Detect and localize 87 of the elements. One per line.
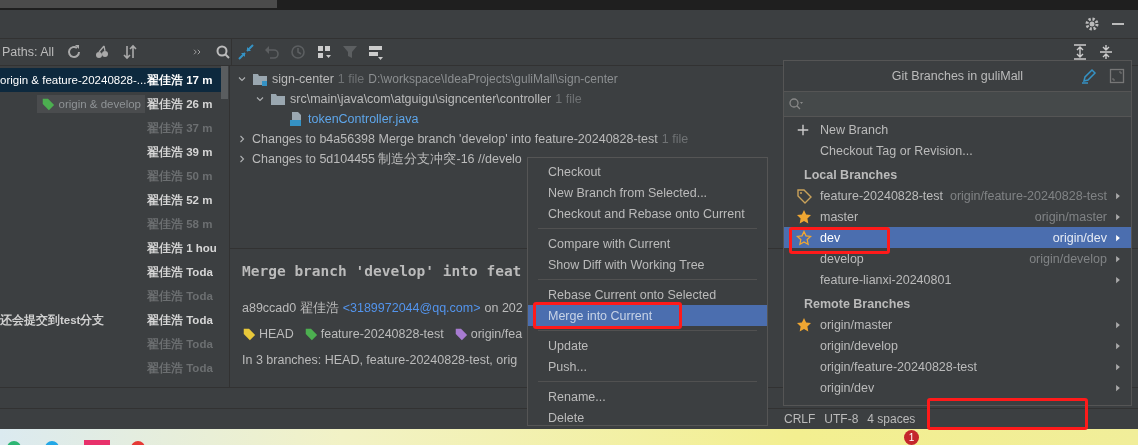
email-link[interactable]: <3189972044@qq.com> xyxy=(342,301,481,315)
author-time: 翟佳浩 39 m xyxy=(147,144,214,160)
commit-row[interactable]: origin & develop 翟佳浩 26 m xyxy=(0,92,221,116)
branch-item[interactable]: origin/master xyxy=(784,314,1131,335)
folder-name[interactable]: sign-center xyxy=(272,72,334,86)
containing-branches: In 3 branches: HEAD, feature-20240828-test, orig xyxy=(242,353,518,367)
search-icon[interactable] xyxy=(215,44,231,60)
scrollbar[interactable] xyxy=(221,66,228,99)
author-time: 翟佳浩 52 m xyxy=(147,192,214,208)
popup-action[interactable]: Checkout Tag or Revision... xyxy=(820,143,973,158)
ref-label: feature-20240828-test xyxy=(320,327,444,341)
pen-icon[interactable] xyxy=(1081,68,1097,84)
collapse-arrows-icon[interactable] xyxy=(238,44,254,60)
branch-item[interactable]: origin/develop xyxy=(784,335,1131,356)
branch-item[interactable]: dev origin/dev xyxy=(784,227,1131,248)
branch-item[interactable]: origin/dev xyxy=(784,377,1131,398)
refresh-icon[interactable] xyxy=(66,44,83,60)
settings-icon[interactable] xyxy=(1084,16,1100,32)
menu-item[interactable]: Compare with Current xyxy=(528,233,767,254)
expand-all-icon[interactable] xyxy=(1072,44,1088,60)
author-time: 翟佳浩 26 m xyxy=(147,96,214,112)
search-icon xyxy=(788,96,804,112)
menu-item[interactable]: Rename... xyxy=(528,386,767,407)
group-icon[interactable] xyxy=(316,44,332,60)
java-file-icon xyxy=(288,111,304,127)
search-field[interactable] xyxy=(784,92,1131,117)
module-path: D:\workspace\IdeaProjects\guliMall\sign-center xyxy=(368,72,618,86)
commit-message: origin & feature-20240828-... xyxy=(0,74,147,86)
popup-action[interactable]: New Branch xyxy=(820,122,889,137)
branch-item[interactable]: feature-20240828-test origin/feature-20240828-test xyxy=(784,185,1131,206)
menu-item[interactable]: Show Diff with Working Tree xyxy=(528,254,767,275)
cherry-icon[interactable] xyxy=(94,44,111,60)
commit-date: on 202 xyxy=(484,301,523,315)
layout-icon[interactable] xyxy=(368,44,384,60)
menu-item[interactable]: Checkout and Rebase onto Current xyxy=(528,203,767,224)
menu-item[interactable]: Merge into Current xyxy=(528,305,767,326)
author-time: 翟佳浩 Toda xyxy=(147,312,214,328)
ref-label: origin/fea xyxy=(470,327,523,341)
branch-item[interactable]: feature-lianxi-20240801 xyxy=(784,269,1131,290)
status-item[interactable]: UTF-8 xyxy=(824,412,859,426)
commit-group-label[interactable]: Changes to b4a56398 Merge branch 'develop' into feature-20240828-test xyxy=(252,132,658,146)
folder-icon xyxy=(270,91,286,107)
more-icon[interactable] xyxy=(191,46,203,58)
file-name[interactable]: tokenController.java xyxy=(308,112,419,126)
paths-filter[interactable]: Paths: All xyxy=(2,45,55,59)
collapse-all-icon[interactable] xyxy=(1098,44,1114,60)
commit-row[interactable]: 翟佳浩 1 hou xyxy=(0,236,221,260)
branch-item[interactable]: origin/feature-20240828-test xyxy=(784,356,1131,377)
star-icon xyxy=(796,316,812,333)
menu-item[interactable]: Rebase Current onto Selected xyxy=(528,284,767,305)
author-time: 翟佳浩 1 hou xyxy=(147,240,218,256)
section-heading: Remote Branches xyxy=(803,295,912,313)
commit-hash-author: a89ccad0 翟佳浩 xyxy=(242,299,339,317)
restore-icon[interactable] xyxy=(1109,68,1125,84)
branch-label: origin & develop xyxy=(36,95,145,113)
commit-row[interactable]: 翟佳浩 Toda xyxy=(0,260,221,284)
ref-label: HEAD xyxy=(259,327,294,341)
commit-row[interactable]: origin & feature-20240828-...翟佳浩 17 m xyxy=(0,68,221,92)
scrollbar[interactable] xyxy=(0,0,277,8)
section-heading: Local Branches xyxy=(803,166,899,184)
tag-icon xyxy=(796,187,812,204)
status-item[interactable]: 4 spaces xyxy=(867,412,916,426)
popup-title: Git Branches in guliMall xyxy=(891,69,1024,83)
commit-title: Merge branch 'develop' into feat xyxy=(242,263,522,279)
commit-row[interactable]: 翟佳浩 52 m xyxy=(0,188,221,212)
menu-item[interactable]: Delete xyxy=(528,407,767,428)
notification-badge: 1 xyxy=(904,430,919,445)
menu-item[interactable]: Push... xyxy=(528,356,767,377)
commit-row[interactable]: 翟佳浩 39 m xyxy=(0,140,221,164)
menu-item[interactable]: Update xyxy=(528,335,767,356)
commit-group-label[interactable]: Changes to 5d104455 制造分支冲突-16 //develo xyxy=(252,150,522,168)
sort-icon[interactable] xyxy=(122,44,139,60)
author-time: 翟佳浩 17 m xyxy=(147,72,214,88)
plus-icon xyxy=(796,122,810,137)
star-icon xyxy=(796,208,812,225)
branch-item[interactable]: master origin/master xyxy=(784,206,1131,227)
menu-item[interactable]: Checkout xyxy=(528,161,767,182)
status-item[interactable]: CRLF xyxy=(784,412,816,426)
folder-name[interactable]: src\main\java\com\atguigu\signcenter\controller xyxy=(290,92,552,106)
module-folder-icon xyxy=(252,71,268,87)
commit-message: 还会提交到test分支 xyxy=(0,312,105,328)
commit-row[interactable]: 还会提交到test分支 翟佳浩 Toda xyxy=(0,308,221,332)
star-outline-icon xyxy=(796,229,812,246)
tag-icon xyxy=(40,97,55,111)
menu-item[interactable]: New Branch from Selected... xyxy=(528,182,767,203)
branch-item[interactable]: develop origin/develop xyxy=(784,248,1131,269)
author-time: 翟佳浩 Toda xyxy=(147,264,214,280)
